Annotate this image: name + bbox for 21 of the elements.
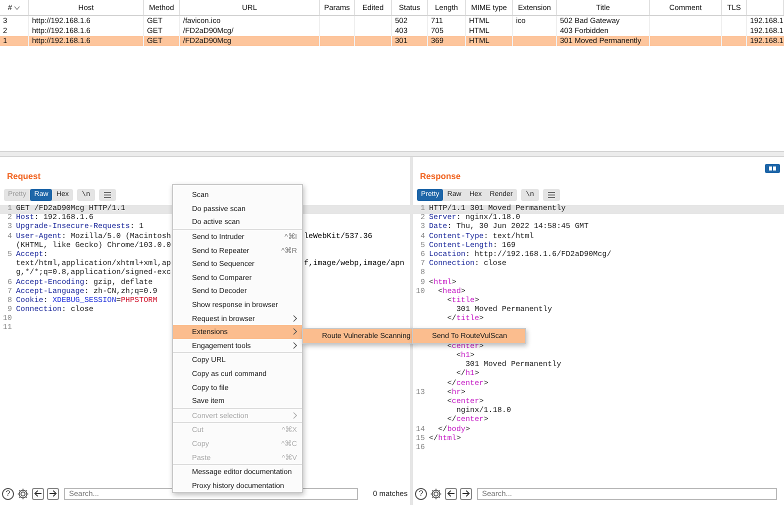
- forward-button[interactable]: [460, 488, 472, 500]
- menu-icon: [548, 192, 556, 198]
- menu-button[interactable]: [543, 189, 560, 201]
- right-arrow-icon: [462, 490, 470, 497]
- forward-button[interactable]: [47, 488, 59, 500]
- pane-title: Request: [7, 171, 41, 181]
- back-button[interactable]: [32, 488, 44, 500]
- menu-icon: [104, 192, 112, 198]
- chevron-icon: [293, 412, 297, 419]
- back-button[interactable]: [445, 488, 457, 500]
- sort-icon[interactable]: [14, 6, 20, 10]
- menu-button[interactable]: [99, 189, 116, 201]
- right-arrow-icon: [49, 490, 57, 497]
- pane-title: Response: [420, 171, 461, 181]
- help-button[interactable]: ?: [2, 488, 14, 500]
- settings-icon[interactable]: [430, 488, 442, 500]
- help-button[interactable]: ?: [415, 488, 427, 500]
- left-arrow-icon: [34, 490, 42, 497]
- layout-button[interactable]: [765, 164, 780, 173]
- left-arrow-icon: [447, 490, 455, 497]
- settings-icon[interactable]: [17, 488, 29, 500]
